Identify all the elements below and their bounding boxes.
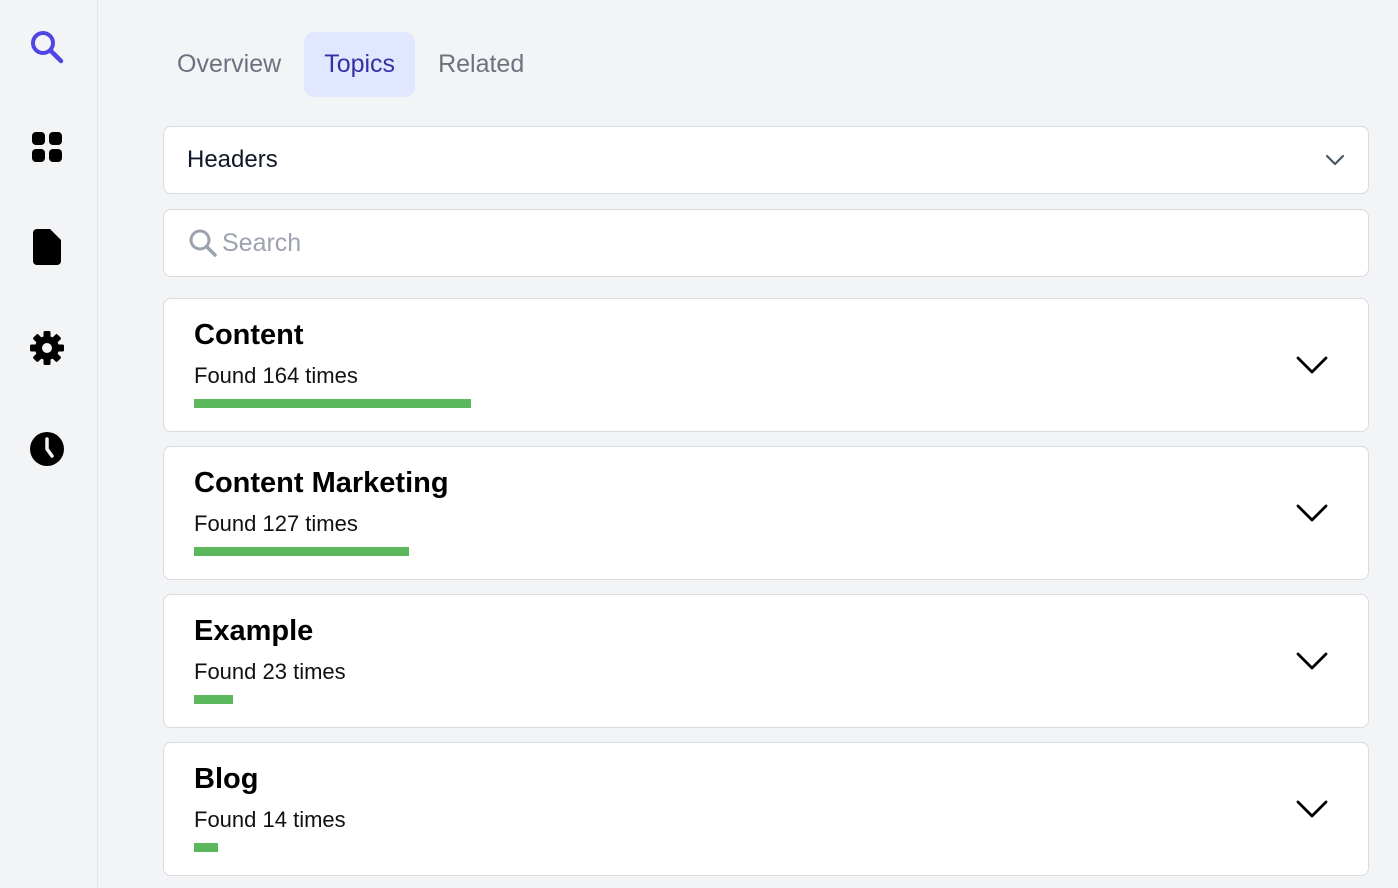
- tab-topics[interactable]: Topics: [304, 32, 416, 97]
- gear-icon: [30, 331, 64, 365]
- topic-title: Example: [194, 615, 314, 647]
- topic-frequency-bar: [194, 399, 471, 408]
- topic-card[interactable]: Blog Found 14 times: [163, 742, 1369, 876]
- search-icon: [189, 229, 217, 257]
- sidebar: [0, 0, 98, 888]
- topic-frequency-bar: [194, 695, 233, 704]
- chevron-down-icon[interactable]: [1296, 503, 1328, 523]
- topic-count: Found 23 times: [194, 659, 346, 684]
- sidebar-item-documents[interactable]: [24, 224, 70, 270]
- topic-count: Found 164 times: [194, 363, 358, 388]
- sidebar-item-history[interactable]: [24, 426, 70, 472]
- tab-overview[interactable]: Overview: [157, 32, 301, 97]
- topic-card[interactable]: Content Marketing Found 127 times: [163, 446, 1369, 580]
- chevron-down-icon[interactable]: [1296, 355, 1328, 375]
- chevron-down-icon: [1325, 154, 1345, 166]
- search-input[interactable]: [222, 210, 1342, 276]
- topic-card[interactable]: Content Found 164 times: [163, 298, 1369, 432]
- search-field: [163, 209, 1369, 277]
- main-panel: Overview Topics Related Headers Content …: [98, 0, 1398, 888]
- tab-bar: Overview Topics Related: [157, 32, 544, 97]
- topic-card[interactable]: Example Found 23 times: [163, 594, 1369, 728]
- topic-count: Found 14 times: [194, 807, 346, 832]
- topic-frequency-bar: [194, 843, 218, 852]
- chevron-down-icon[interactable]: [1296, 799, 1328, 819]
- search-icon: [31, 31, 64, 64]
- topic-title: Blog: [194, 763, 259, 795]
- dashboard-icon: [32, 132, 62, 162]
- sidebar-item-dashboard[interactable]: [24, 124, 70, 170]
- document-icon: [33, 229, 61, 265]
- tab-related[interactable]: Related: [418, 32, 544, 97]
- topic-title: Content Marketing: [194, 467, 449, 499]
- header-type-select[interactable]: Headers: [163, 126, 1369, 194]
- select-value: Headers: [187, 146, 278, 173]
- chevron-down-icon[interactable]: [1296, 651, 1328, 671]
- sidebar-item-settings[interactable]: [24, 325, 70, 371]
- clock-icon: [30, 432, 64, 466]
- topic-title: Content: [194, 319, 304, 351]
- sidebar-item-search[interactable]: [24, 24, 70, 70]
- topic-count: Found 127 times: [194, 511, 358, 536]
- topic-frequency-bar: [194, 547, 409, 556]
